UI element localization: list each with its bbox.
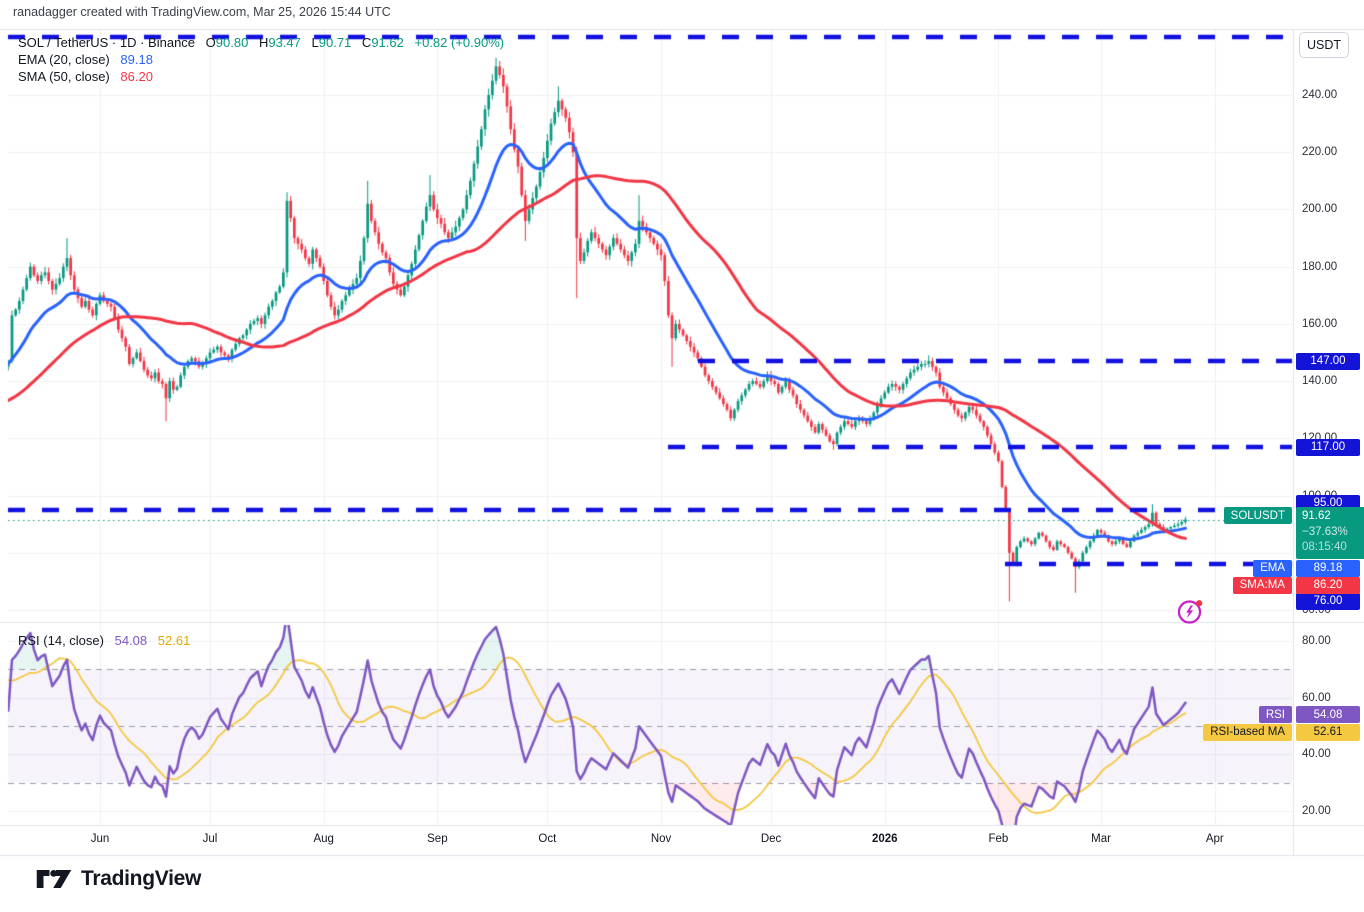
time-axis-label: Feb: [988, 833, 1008, 845]
time-axis-label: Jul: [203, 833, 218, 845]
pct-change: −37.63%: [1302, 525, 1364, 541]
sma-legend-row[interactable]: SMA (50, close) 86.20: [18, 69, 504, 85]
sma-tag: SMA:MA: [1233, 577, 1292, 594]
open-label: O: [206, 35, 216, 50]
time-axis-label: Aug: [313, 833, 333, 845]
time-axis-label: Oct: [538, 833, 556, 845]
tradingview-logo[interactable]: TradingView: [36, 866, 201, 892]
chart-canvas[interactable]: [0, 0, 1364, 912]
sma-price-badge: 86.20: [1296, 577, 1360, 594]
time-axis-label: Apr: [1206, 833, 1224, 845]
chart-widget: ranadagger created with TradingView.com,…: [0, 0, 1364, 912]
price-axis-tick: 140.00: [1302, 375, 1337, 387]
sma-label[interactable]: SMA (50, close): [18, 69, 110, 84]
time-axis-label: 2026: [872, 833, 898, 845]
rsi-value: 54.08: [115, 633, 148, 648]
symbol-title[interactable]: SOL / TetherUS · 1D · Binance: [18, 35, 195, 50]
rsi-ma-tag: RSI-based MA: [1203, 724, 1292, 741]
rsi-ma-value: 52.61: [158, 633, 191, 648]
rsi-value-badge: 54.08: [1296, 706, 1360, 723]
time-axis-label: Mar: [1091, 833, 1111, 845]
rsi-axis-tick: 80.00: [1302, 635, 1331, 647]
price-axis-tick: 200.00: [1302, 203, 1337, 215]
symbol-legend: SOL / TetherUS · 1D · Binance O90.80 H93…: [18, 35, 504, 86]
change-value: +0.82 (+0.90%): [414, 35, 504, 50]
tradingview-mark-icon: [36, 866, 72, 892]
time-axis-label: Sep: [427, 833, 447, 845]
level-badge-117: 117.00: [1296, 439, 1360, 456]
price-axis-tick: 180.00: [1302, 261, 1337, 273]
symbol-title-row[interactable]: SOL / TetherUS · 1D · Binance O90.80 H93…: [18, 35, 504, 51]
ema-value: 89.18: [120, 52, 153, 67]
sma-value: 86.20: [120, 69, 153, 84]
open-value: 90.80: [216, 35, 249, 50]
ema-price-badge: 89.18: [1296, 560, 1360, 577]
time-axis-label: Dec: [761, 833, 781, 845]
ema-label[interactable]: EMA (20, close): [18, 52, 110, 67]
time-axis-label: Nov: [651, 833, 671, 845]
rsi-axis-tick: 60.00: [1302, 692, 1331, 704]
rsi-label[interactable]: RSI (14, close): [18, 633, 104, 648]
rsi-axis-tick: 40.00: [1302, 748, 1331, 760]
last-price-box: 91.62 −37.63% 08:15:40: [1296, 507, 1364, 559]
low-value: 90.71: [319, 35, 352, 50]
price-axis-tick: 220.00: [1302, 146, 1337, 158]
level-badge-76: 76.00: [1296, 593, 1360, 610]
tradingview-logo-text: TradingView: [81, 867, 201, 891]
price-axis-tick: 160.00: [1302, 318, 1337, 330]
rsi-axis-tick: 20.00: [1302, 805, 1331, 817]
high-label: H: [259, 35, 268, 50]
symbol-price-tag: SOLUSDT: [1224, 507, 1292, 524]
currency-toggle-button[interactable]: USDT: [1299, 32, 1349, 58]
low-label: L: [312, 35, 319, 50]
rsi-legend[interactable]: RSI (14, close) 54.08 52.61: [18, 633, 190, 648]
high-value: 93.47: [268, 35, 301, 50]
ema-legend-row[interactable]: EMA (20, close) 89.18: [18, 52, 504, 68]
close-label: C: [362, 35, 371, 50]
last-price: 91.62: [1302, 509, 1364, 525]
watermark: ranadagger created with TradingView.com,…: [13, 5, 391, 19]
rsi-ma-value-badge: 52.61: [1296, 724, 1360, 741]
rsi-tag: RSI: [1259, 706, 1292, 723]
price-axis-tick: 240.00: [1302, 89, 1337, 101]
level-badge-147: 147.00: [1296, 353, 1360, 370]
close-value: 91.62: [371, 35, 404, 50]
ema-tag: EMA: [1253, 560, 1292, 577]
time-axis-label: Jun: [91, 833, 110, 845]
bar-countdown: 08:15:40: [1302, 540, 1364, 556]
flash-boost-icon[interactable]: [1176, 598, 1206, 626]
